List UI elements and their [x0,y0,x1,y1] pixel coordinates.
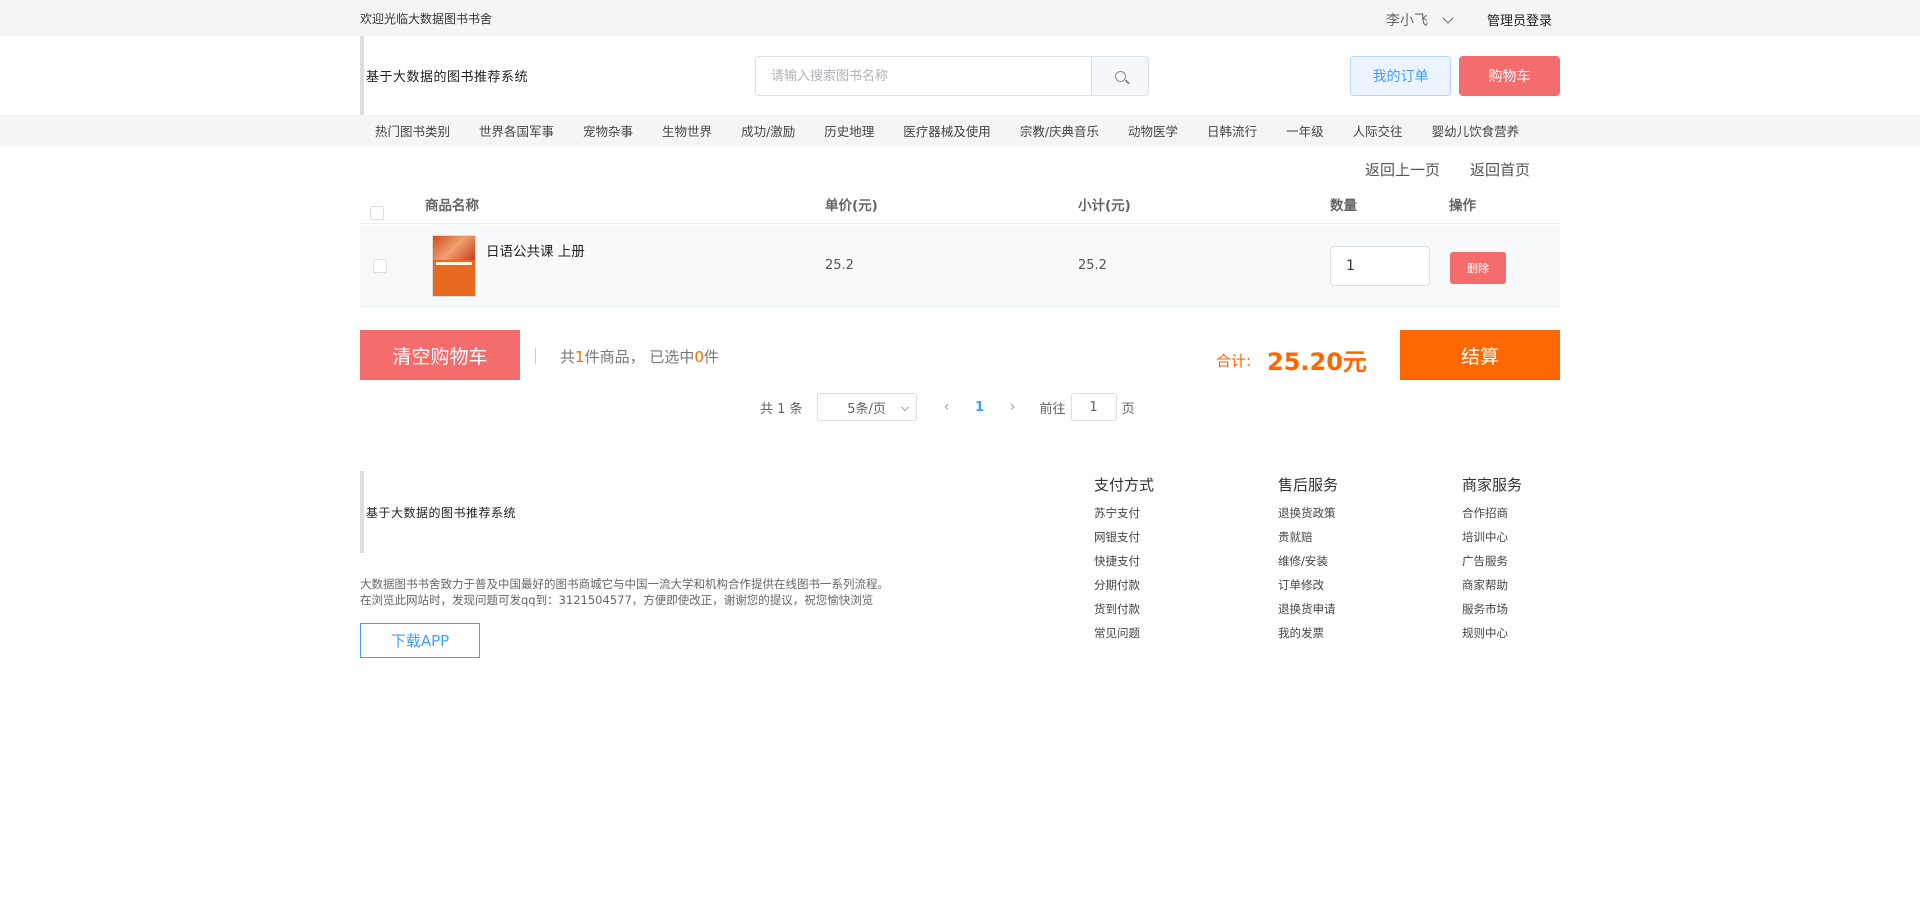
chevron-down-icon [1442,12,1454,24]
next-page-button[interactable]: › [998,399,1028,415]
footer-link[interactable]: 商家帮助 [1462,573,1522,597]
selected-count: 0 [694,348,704,366]
download-app-button[interactable]: 下载APP [360,623,480,658]
item-name[interactable]: 日语公共课 上册 [486,240,585,260]
footer-column-title: 商家服务 [1462,476,1523,494]
welcome-text: 欢迎光临大数据图书书舍 [360,12,493,26]
prev-page-button[interactable]: ‹ [932,399,962,415]
chevron-down-icon [900,402,909,412]
footer-column-aftersales: 售后服务 退换货政策 贵就赔 维修/安装 订单修改 退换货申请 我的发票 [1278,474,1338,645]
footer-link[interactable]: 培训中心 [1462,525,1522,549]
username: 李小飞 [1386,13,1428,29]
cart-button[interactable]: 购物车 [1459,56,1560,96]
item-checkbox[interactable] [373,259,387,273]
header-qty: 数量 [1330,198,1357,214]
footer-link[interactable]: 苏宁支付 [1094,501,1154,525]
header: 基于大数据的图书推荐系统 我的订单 购物车 [0,36,1920,115]
item-subtotal: 25.2 [1078,258,1107,273]
divider [535,348,536,364]
quantity-input[interactable] [1330,246,1430,286]
footer-link[interactable]: 分期付款 [1094,573,1154,597]
category-link[interactable]: 成功/激励 [741,121,795,140]
footer-description: 大数据图书书舍致力于普及中国最好的图书商城它与中国一流大学和机构合作提供在线图书… [360,577,889,607]
search-button[interactable] [1091,56,1149,96]
pagination-total: 共 1 条 [760,401,803,417]
footer-link[interactable]: 我的发票 [1278,621,1338,645]
category-link[interactable]: 婴幼儿饮食营养 [1432,121,1520,140]
footer-link[interactable]: 维修/安装 [1278,549,1338,573]
category-link[interactable]: 热门图书类别 [375,121,450,140]
category-link[interactable]: 世界各国军事 [479,121,554,140]
category-nav: 热门图书类别 世界各国军事 宠物杂事 生物世界 成功/激励 历史地理 医疗器械及使用 宗教/庆… [0,115,1920,146]
footer-column-title: 支付方式 [1094,476,1155,494]
my-orders-button[interactable]: 我的订单 [1350,56,1451,96]
cart-table-header: 商品名称 单价(元) 小计(元) 数量 操作 [360,184,1560,224]
admin-login-link[interactable]: 管理员登录 [1487,10,1552,29]
footer-link[interactable]: 规则中心 [1462,621,1522,645]
footer-link[interactable]: 服务市场 [1462,597,1522,621]
category-link[interactable]: 动物医学 [1128,121,1178,140]
footer-link[interactable]: 货到付款 [1094,597,1154,621]
goto-page-input[interactable] [1070,393,1117,421]
page-size-select[interactable]: 5条/页 [816,393,917,421]
category-link[interactable]: 日韩流行 [1207,121,1257,140]
pagination: 共 1 条 5条/页 ‹ 1 › 前往 页 [760,393,1135,421]
cart-row: 日语公共课 上册 25.2 25.2 删除 [360,225,1560,307]
category-link[interactable]: 一年级 [1286,121,1324,140]
category-link[interactable]: 医疗器械及使用 [903,121,991,140]
category-link[interactable]: 生物世界 [662,121,712,140]
category-link[interactable]: 宗教/庆典音乐 [1020,121,1099,140]
category-link[interactable]: 人际交往 [1353,121,1403,140]
clear-cart-button[interactable]: 清空购物车 [360,330,520,380]
footer-column-merchant: 商家服务 合作招商 培训中心 广告服务 商家帮助 服务市场 规则中心 [1462,474,1522,645]
back-home-link[interactable]: 返回首页 [1470,159,1530,180]
header-name: 商品名称 [425,198,479,214]
footer-link[interactable]: 快捷支付 [1094,549,1154,573]
footer-column-title: 售后服务 [1278,476,1339,494]
footer-link[interactable]: 合作招商 [1462,501,1522,525]
cart-summary-bar: 清空购物车 共1件商品， 已选中0件 合计: 25.20元 结算 [360,330,1560,380]
book-cover-image[interactable] [432,235,476,297]
search-bar [755,56,1149,96]
header-subtotal: 小计(元) [1078,198,1131,214]
item-price: 25.2 [825,258,854,273]
total-amount: 25.20元 [1267,348,1367,376]
back-links: 返回上一页 返回首页 [1335,159,1530,180]
footer-link[interactable]: 退换货申请 [1278,597,1338,621]
footer-link[interactable]: 退换货政策 [1278,501,1338,525]
page-number[interactable]: 1 [962,400,998,415]
goto-page: 前往 页 [1040,393,1135,421]
search-input[interactable] [755,56,1091,96]
user-menu[interactable]: 李小飞 [1386,10,1454,30]
back-prev-link[interactable]: 返回上一页 [1365,159,1440,180]
cart-page: 返回上一页 返回首页 商品名称 单价(元) 小计(元) 数量 操作 日语公共课 … [360,146,1560,846]
top-bar: 欢迎光临大数据图书书舍 李小飞 管理员登录 [0,0,1920,36]
checkout-button[interactable]: 结算 [1400,330,1560,380]
header-action: 操作 [1449,198,1476,214]
footer-logo[interactable]: 基于大数据的图书推荐系统 [360,471,516,553]
category-link[interactable]: 历史地理 [824,121,874,140]
total-label: 合计: [1216,352,1252,370]
total-count: 1 [575,348,585,366]
footer-link[interactable]: 网银支付 [1094,525,1154,549]
header-price: 单价(元) [825,198,878,214]
footer-link[interactable]: 广告服务 [1462,549,1522,573]
category-link[interactable]: 宠物杂事 [583,121,633,140]
footer-link[interactable]: 贵就赔 [1278,525,1338,549]
search-icon [1114,70,1126,82]
select-all-checkbox[interactable] [370,206,384,220]
footer-column-payment: 支付方式 苏宁支付 网银支付 快捷支付 分期付款 货到付款 常见问题 [1094,474,1154,645]
footer-link[interactable]: 订单修改 [1278,573,1338,597]
item-count: 共1件商品， 已选中0件 [560,348,719,366]
footer-link[interactable]: 常见问题 [1094,621,1154,645]
site-logo[interactable]: 基于大数据的图书推荐系统 [360,36,528,115]
delete-button[interactable]: 删除 [1450,252,1506,284]
